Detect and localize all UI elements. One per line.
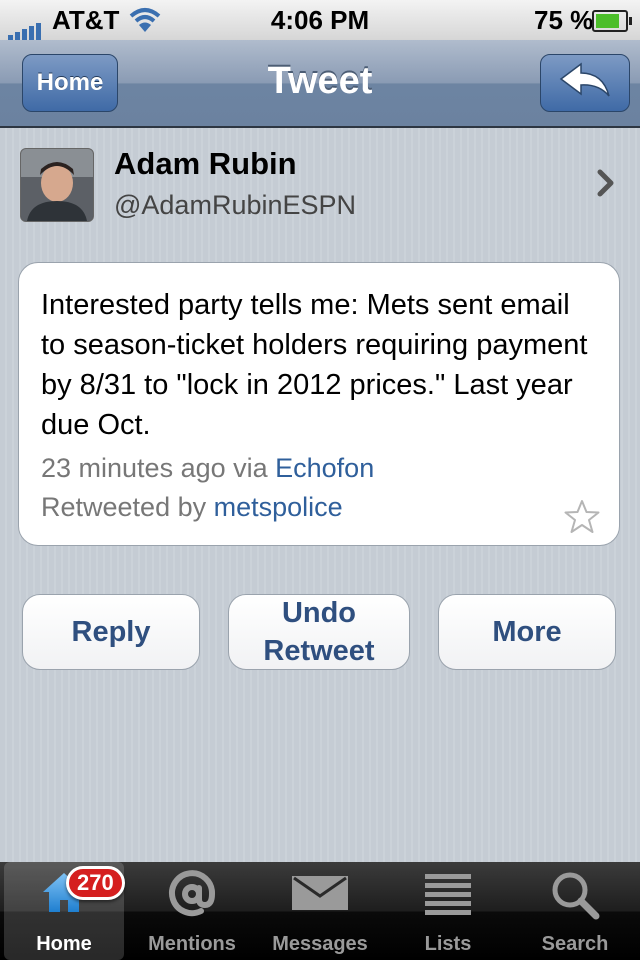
battery-icon [592,10,632,32]
avatar[interactable] [20,148,94,222]
tweet-text: Interested party tells me: Mets sent ema… [41,289,588,441]
battery-percent: 75 % [534,5,594,35]
tab-search-label: Search [541,933,609,955]
profile-name: Adam Rubin [114,146,297,181]
tab-lists-label: Lists [424,933,472,955]
time-ago: 23 minutes ago via [41,453,276,483]
tab-home-label: Home [36,933,92,955]
at-icon [132,870,252,918]
chevron-right-icon[interactable] [596,168,616,203]
reply-arrow-button[interactable] [540,54,630,112]
list-icon [388,870,508,920]
status-bar: AT&T 4:06 PM 75 % [0,0,640,41]
more-button[interactable]: More [438,594,616,670]
retweeter-link[interactable]: metspolice [214,492,343,522]
profile-handle: @AdamRubinESPN [114,190,357,220]
tab-mentions[interactable]: Mentions [132,862,252,960]
star-icon[interactable] [563,499,601,540]
search-icon [515,870,635,920]
envelope-icon [260,870,380,914]
reply-button[interactable]: Reply [22,594,200,670]
tab-messages-label: Messages [272,933,368,955]
source-link[interactable]: Echofon [275,453,374,483]
navigation-bar: Home Tweet [0,40,640,128]
reply-arrow-icon [557,62,613,105]
tweet-timestamp: 23 minutes ago via Echofon [41,453,374,484]
unread-badge: 270 [66,866,125,900]
tab-lists[interactable]: Lists [388,862,508,960]
retweet-info: Retweeted by metspolice [41,492,343,523]
undo-label: Undo [281,597,357,629]
retweet-label: Retweet [263,635,375,667]
tweet-card: Interested party tells me: Mets sent ema… [18,262,620,546]
tab-messages[interactable]: Messages [260,862,380,960]
tab-mentions-label: Mentions [148,933,236,955]
undo-retweet-button[interactable]: Undo Retweet [228,594,410,670]
tab-bar: 270 Home Mentions Messages Lists Search [0,862,640,960]
tab-home[interactable]: 270 Home [4,862,125,960]
retweeted-prefix: Retweeted by [41,492,214,522]
tab-search[interactable]: Search [515,862,635,960]
